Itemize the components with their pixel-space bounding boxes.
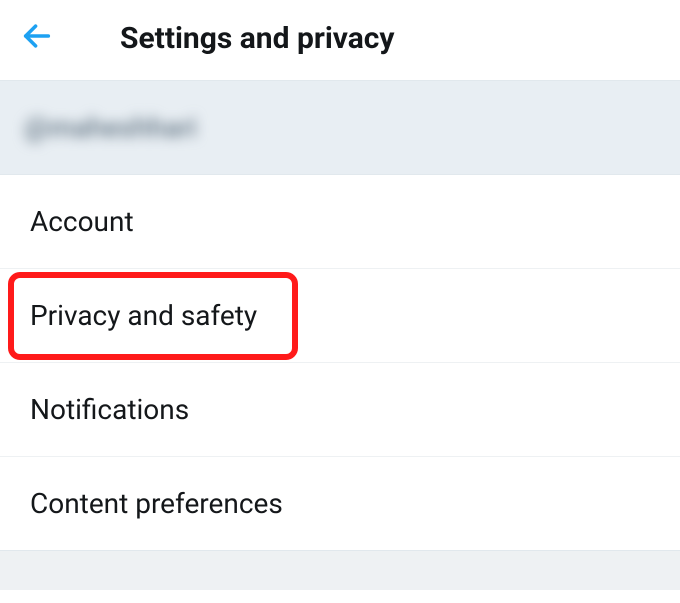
menu-item-content-preferences[interactable]: Content preferences: [0, 457, 680, 550]
menu-item-label: Notifications: [30, 393, 189, 426]
username-handle: @maheshhari: [24, 111, 656, 144]
menu-item-label: Content preferences: [30, 487, 283, 520]
menu-item-privacy-safety[interactable]: Privacy and safety: [0, 269, 680, 363]
page-title: Settings and privacy: [120, 21, 395, 56]
menu-item-label: Account: [30, 205, 134, 238]
settings-menu: Account Privacy and safety Notifications…: [0, 175, 680, 550]
menu-item-notifications[interactable]: Notifications: [0, 363, 680, 457]
section-divider: [0, 550, 680, 590]
menu-item-label: Privacy and safety: [30, 299, 257, 332]
arrow-left-icon: [20, 19, 54, 57]
username-section: @maheshhari: [0, 80, 680, 175]
menu-item-account[interactable]: Account: [0, 175, 680, 269]
header-bar: Settings and privacy: [0, 0, 680, 80]
back-button[interactable]: [20, 18, 60, 58]
